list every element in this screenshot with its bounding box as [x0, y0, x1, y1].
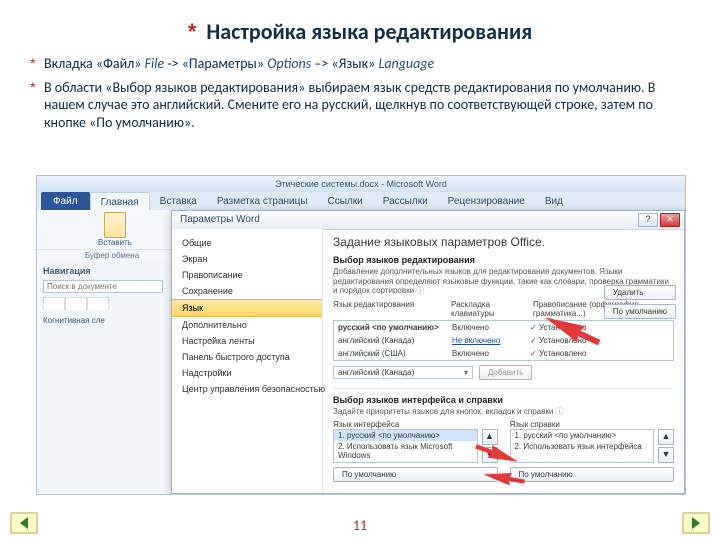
tab-insert[interactable]: Вставка: [150, 192, 207, 210]
dialog-title-bar: Параметры Word ? ✕: [172, 211, 684, 230]
nav-pane-title: Навигация: [43, 266, 177, 276]
list-item: 1. русский <по умолчанию>: [334, 430, 477, 441]
slide-title: *Настройка языка редактирования: [0, 0, 720, 45]
move-up-button[interactable]: ▲: [658, 429, 674, 445]
cat-general[interactable]: Общие: [172, 235, 322, 251]
prev-slide-button[interactable]: [10, 512, 38, 534]
list-item: 1. русский <по умолчанию>: [511, 430, 654, 441]
col-kb: Раскладка клавиатуры: [451, 300, 533, 318]
cat-advanced[interactable]: Дополнительно: [172, 317, 322, 333]
tab-file[interactable]: Файл: [41, 192, 90, 212]
next-slide-button[interactable]: [682, 512, 710, 534]
bullet-star: *: [30, 79, 35, 97]
paste-button[interactable]: Вставить: [43, 212, 187, 247]
tab-view[interactable]: Вид: [535, 192, 573, 210]
page-number: 11: [0, 517, 720, 534]
nav-outline-item[interactable]: Когнитивная сле: [43, 316, 177, 325]
cat-proofing[interactable]: Правописание: [172, 267, 322, 283]
ui-set-default-button[interactable]: По умолчанию: [333, 467, 498, 482]
navigation-pane: Навигация Когнитивная сле: [37, 262, 182, 494]
tab-references[interactable]: Ссылки: [318, 192, 373, 210]
list-item: 2. Использовать язык Microsoft Windows: [334, 441, 477, 461]
table-row[interactable]: русский <по умолчанию> Включено Установл…: [334, 321, 673, 334]
bullet-star: *: [30, 55, 35, 73]
bullet-2: * В области «Выбор языков редактирования…: [44, 79, 676, 132]
word-screenshot: Этические системы.docx - Microsoft Word …: [36, 175, 686, 495]
remove-button[interactable]: Удалить: [604, 285, 676, 300]
tab-mailings[interactable]: Рассылки: [373, 192, 438, 210]
app-title-bar: Этические системы.docx - Microsoft Word: [37, 176, 685, 192]
options-categories: Общие Экран Правописание Сохранение Язык…: [172, 229, 323, 493]
cat-trust-center[interactable]: Центр управления безопасностью: [172, 381, 322, 397]
tab-home[interactable]: Главная: [90, 192, 150, 210]
move-down-button[interactable]: ▼: [482, 447, 498, 463]
tab-review[interactable]: Рецензирование: [438, 192, 535, 210]
clipboard-icon: [104, 212, 126, 238]
search-input[interactable]: [43, 280, 163, 293]
ribbon-clipboard-group: Вставить Буфер обмена: [37, 210, 187, 263]
table-row[interactable]: английский (США) Включено Установлено: [334, 347, 673, 360]
cat-qat[interactable]: Панель быстрого доступа: [172, 349, 322, 365]
cat-addins[interactable]: Надстройки: [172, 365, 322, 381]
move-up-button[interactable]: ▲: [482, 429, 498, 445]
cat-save[interactable]: Сохранение: [172, 283, 322, 299]
help-set-default-button[interactable]: По умолчанию: [510, 467, 675, 482]
help-language-list[interactable]: 1. русский <по умолчанию> 2. Использоват…: [510, 429, 655, 463]
tab-page-layout[interactable]: Разметка страницы: [207, 192, 318, 210]
help-button[interactable]: ?: [638, 213, 658, 227]
options-heading: Задание языковых параметров Office.: [333, 235, 674, 249]
options-dialog: Параметры Word ? ✕ Общие Экран Правописа…: [171, 210, 685, 494]
ui-help-heading: Выбор языков интерфейса и справки: [333, 395, 674, 405]
move-down-button[interactable]: ▼: [658, 447, 674, 463]
ui-lang-label: Язык интерфейса: [333, 420, 498, 429]
help-lang-label: Язык справки: [510, 420, 675, 429]
cat-language[interactable]: Язык: [172, 299, 322, 317]
cat-customize-ribbon[interactable]: Настройка ленты: [172, 333, 322, 349]
cat-display[interactable]: Экран: [172, 251, 322, 267]
list-item: 2. Использовать язык интерфейса: [511, 441, 654, 452]
clipboard-group-label: Буфер обмена: [37, 249, 187, 260]
col-lang: Язык редактирования: [333, 300, 451, 318]
add-language-combo[interactable]: английский (Канада)▾: [333, 366, 473, 379]
ribbon-tabs: Файл Главная Вставка Разметка страницы С…: [37, 192, 685, 210]
editing-languages-heading: Выбор языков редактирования: [333, 255, 674, 265]
title-bullet-star: *: [188, 19, 197, 44]
add-button[interactable]: Добавить: [479, 365, 532, 380]
set-default-button[interactable]: По умолчанию: [604, 304, 676, 319]
ui-language-list[interactable]: 1. русский <по умолчанию> 2. Использоват…: [333, 429, 478, 463]
nav-tabstrip[interactable]: [43, 297, 177, 310]
options-main-panel: Задание языковых параметров Office. Выбо…: [323, 229, 684, 493]
chevron-down-icon: ▾: [464, 368, 468, 377]
close-button[interactable]: ✕: [660, 213, 680, 227]
bullet-1: * Вкладка «Файл» File -> «Параметры» Opt…: [44, 55, 676, 73]
table-row[interactable]: английский (Канада) Не включено Установл…: [334, 334, 673, 347]
ui-help-hint: Задайте приоритеты языков для кнопок, вк…: [333, 407, 674, 417]
